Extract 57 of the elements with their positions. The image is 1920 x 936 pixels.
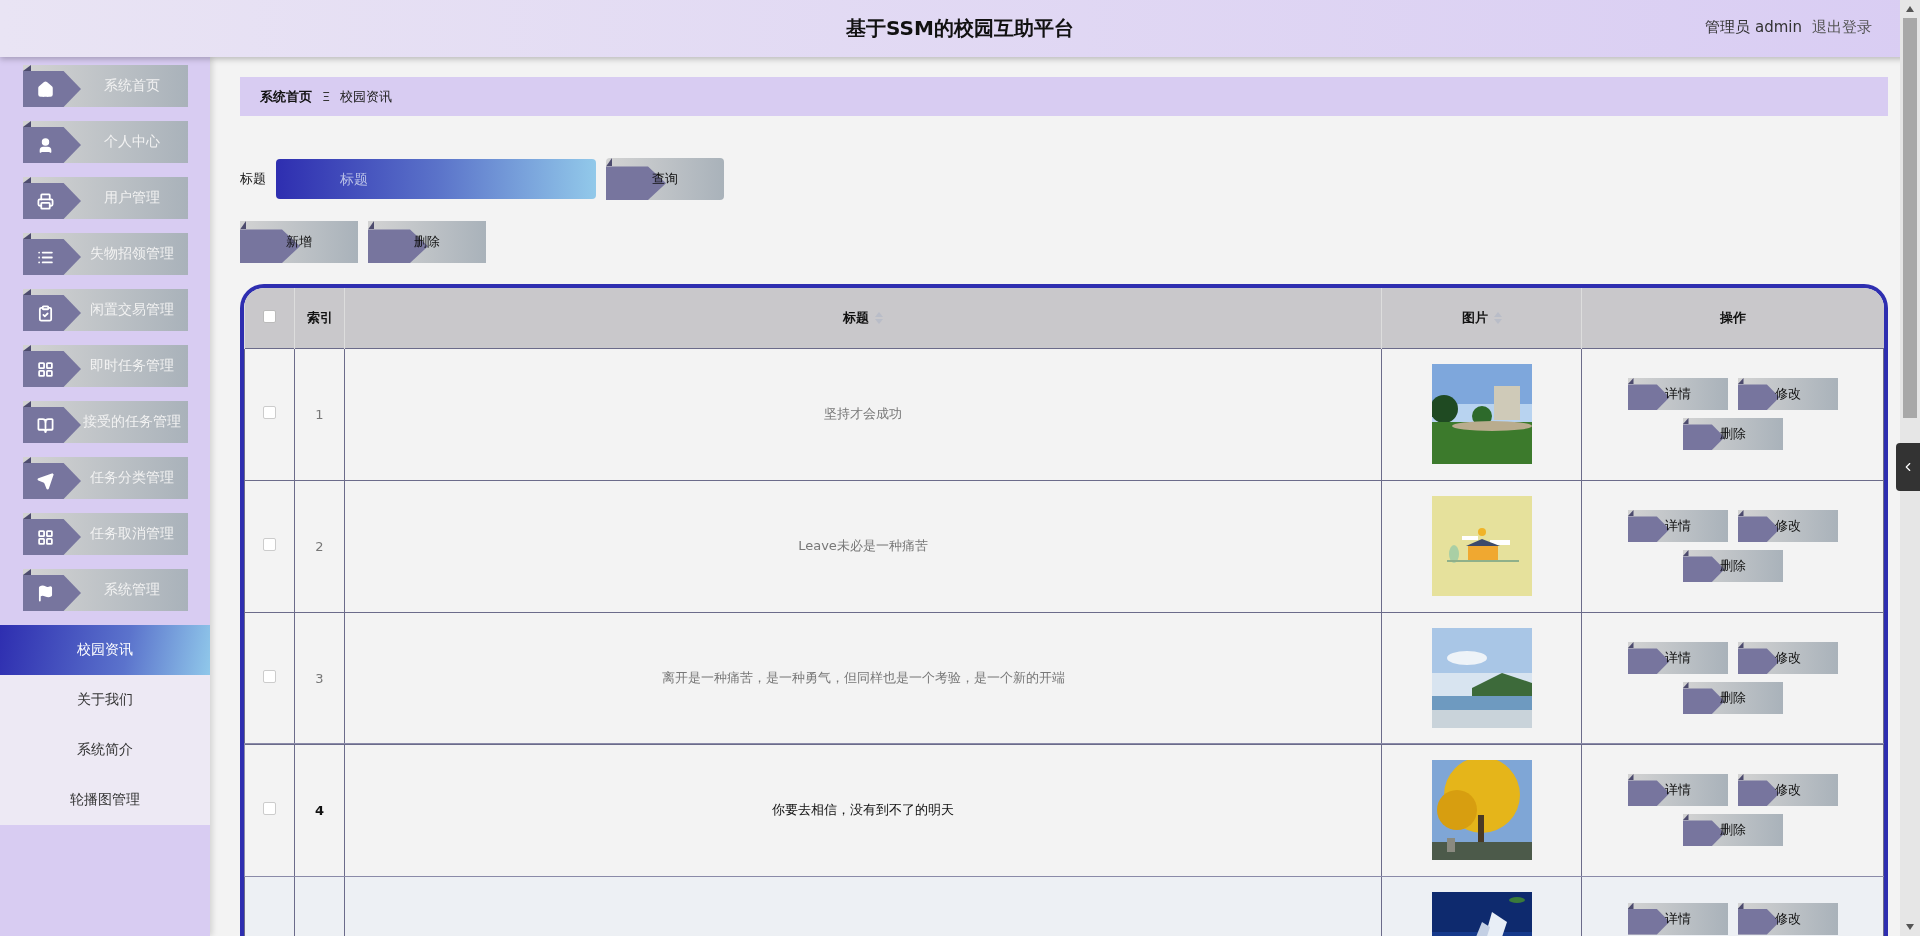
action-button[interactable]: 详情 [1627,774,1728,806]
index-cell: 4 [314,802,324,818]
home-icon [37,80,54,98]
flag-icon [37,584,54,602]
logout-link[interactable]: 退出登录 [1812,18,1872,37]
row-checkbox[interactable] [263,802,276,815]
submenu-item[interactable]: 关于我们 [0,675,210,725]
toolbar-button[interactable]: 新增 [240,221,358,263]
user-label: 管理员 admin [1705,18,1802,37]
row-checkbox[interactable] [263,538,276,551]
grid-icon [37,360,54,378]
index-cell: 2 [315,538,324,554]
clipboard-check-icon [37,304,54,322]
action-button[interactable]: 删除 [1682,814,1783,846]
search-button[interactable]: 查询 [606,158,724,200]
title-cell: Leave未必是一种痛苦 [798,538,928,553]
action-button[interactable]: 详情 [1627,902,1728,935]
printer-icon [37,192,54,210]
row-checkbox[interactable] [263,406,276,419]
breadcrumb-link[interactable]: 系统首页 [260,87,312,106]
row-checkbox[interactable] [263,670,276,683]
book-icon [37,416,54,434]
column-header[interactable]: 标题 [843,309,869,325]
action-button[interactable]: 删除 [1682,550,1783,582]
action-button[interactable]: 详情 [1627,510,1728,542]
action-button[interactable]: 修改 [1737,774,1838,806]
breadcrumb-current: 校园资讯 [340,87,393,106]
action-button[interactable]: 删除 [1682,682,1783,714]
scrollbar[interactable] [1900,0,1920,936]
title-cell: 你要去相信，没有到不了的明天 [772,802,954,817]
paper-plane-icon [37,472,54,490]
submenu-item[interactable]: 校园资讯 [0,625,210,675]
select-all-checkbox[interactable] [263,309,276,323]
breadcrumb-separator: Ξ [322,89,331,104]
index-cell: 3 [315,670,324,686]
action-button[interactable]: 删除 [1682,418,1783,450]
column-header[interactable]: 图片 [1461,309,1488,325]
submenu-item[interactable]: 轮播图管理 [0,775,210,825]
index-cell: 1 [315,406,324,422]
action-button[interactable]: 修改 [1737,642,1838,674]
title-cell: 坚持才会成功 [824,406,902,421]
app-title: 基于SSM的校园互助平台 [846,15,1074,42]
action-button[interactable]: 详情 [1627,378,1728,410]
title-cell: 离开是一种痛苦，是一种勇气，但同样也是一个考验，是一个新的开端 [661,670,1065,685]
submenu-item[interactable]: 系统简介 [0,725,210,775]
column-header: 操作 [1719,309,1746,325]
column-header: 索引 [306,309,333,325]
action-button[interactable]: 详情 [1627,642,1728,674]
toolbar-button[interactable]: 删除 [368,221,486,263]
grid-icon [37,528,54,546]
user-icon [37,136,54,154]
search-field[interactable]: 标题 [276,159,596,199]
collapse-handle[interactable] [1896,443,1920,491]
action-button[interactable]: 修改 [1737,902,1838,935]
action-button[interactable]: 修改 [1737,510,1838,542]
action-button[interactable]: 修改 [1737,378,1838,410]
search-label: 标题 [240,170,266,188]
